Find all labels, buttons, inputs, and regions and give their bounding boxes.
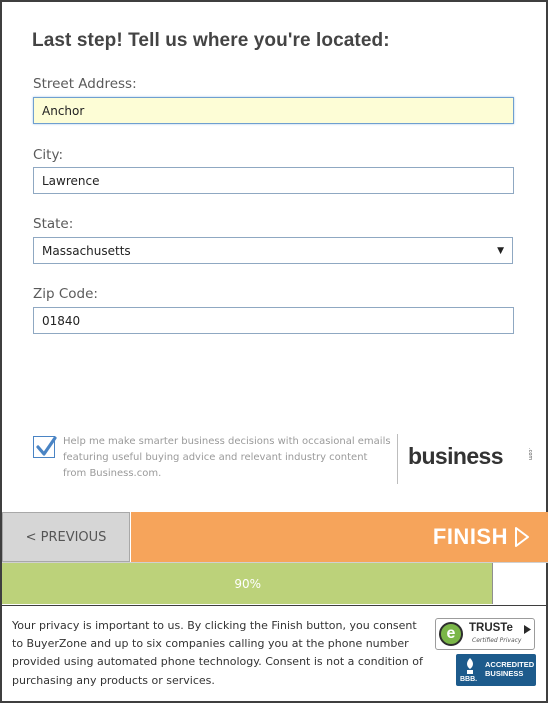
city-label: City: xyxy=(33,147,64,163)
dropdown-arrow-icon: ▼ xyxy=(497,245,504,256)
city-input[interactable] xyxy=(33,167,514,194)
street-address-label: Street Address: xyxy=(33,76,137,92)
truste-arrow-icon xyxy=(524,625,531,634)
finish-button[interactable]: FINISH xyxy=(131,512,548,562)
finish-arrow-icon xyxy=(515,527,529,547)
consent-checkbox[interactable] xyxy=(33,436,57,458)
email-consent: Help me make smarter business decisions … xyxy=(33,434,533,486)
state-label: State: xyxy=(33,216,74,232)
truste-badge[interactable]: e TRUSTe Certified Privacy xyxy=(435,618,535,650)
privacy-footer: Your privacy is important to us. By clic… xyxy=(2,605,548,703)
business-logo: business xyxy=(408,443,504,469)
business-logo-suffix: .com xyxy=(527,448,533,461)
state-select[interactable]: Massachusetts ▼ xyxy=(33,237,513,264)
state-selected-value: Massachusetts xyxy=(42,243,131,258)
bbb-badge[interactable]: BBB. ACCREDITED BUSINESS xyxy=(456,654,536,686)
page-title: Last step! Tell us where you're located: xyxy=(32,30,390,51)
street-address-input[interactable] xyxy=(33,97,514,124)
finish-label: FINISH xyxy=(432,524,508,549)
truste-subtitle: Certified Privacy xyxy=(472,637,522,644)
bbb-accredited-text: ACCREDITED BUSINESS xyxy=(485,660,535,678)
privacy-notice: Your privacy is important to us. By clic… xyxy=(12,619,423,687)
navigation-bar: < PREVIOUS FINISH xyxy=(2,512,548,562)
zip-code-input[interactable] xyxy=(33,307,514,334)
progress-bar: 90% xyxy=(2,562,548,604)
zip-code-label: Zip Code: xyxy=(33,286,98,302)
bbb-torch-icon xyxy=(467,658,473,674)
truste-e-icon: e xyxy=(439,622,463,646)
form-frame: Last step! Tell us where you're located:… xyxy=(0,0,548,703)
consent-divider xyxy=(397,434,398,484)
consent-text: Help me make smarter business decisions … xyxy=(63,436,391,479)
bbb-mark: BBB. xyxy=(460,676,478,683)
check-icon xyxy=(36,436,57,456)
previous-button[interactable]: < PREVIOUS xyxy=(2,512,130,562)
truste-name: TRUSTe xyxy=(469,622,513,634)
progress-label: 90% xyxy=(234,576,262,591)
